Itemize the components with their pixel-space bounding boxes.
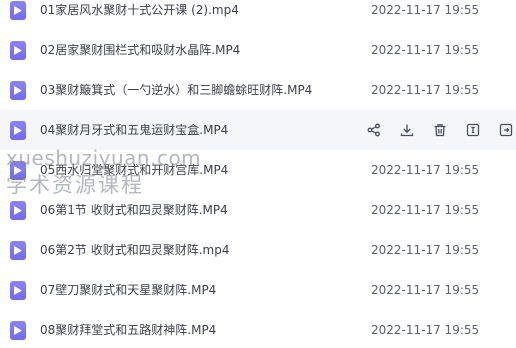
file-row[interactable]: 01家居风水聚财十式公开课 (2).mp4 2022-11-17 19:55 <box>0 0 516 30</box>
file-row[interactable]: 03聚财簸箕式（一勺逆水）和三脚蟾蜍旺财阵.MP4 2022-11-17 19:… <box>0 70 516 110</box>
file-row-hovered[interactable]: 04聚财月牙式和五鬼运财宝盒.MP4 <box>0 110 516 150</box>
video-file-icon <box>10 201 26 220</box>
file-row[interactable]: 02居家聚财围栏式和吸财水晶阵.MP4 2022-11-17 19:55 <box>0 30 516 70</box>
file-row[interactable]: 07壁刀聚财式和天星聚财阵.MP4 2022-11-17 19:55 <box>0 270 516 310</box>
file-modified-time: 2022-11-17 19:55 <box>371 203 480 217</box>
video-file-icon <box>10 241 26 260</box>
video-file-icon <box>10 1 26 20</box>
rename-icon[interactable] <box>463 120 483 140</box>
video-file-icon <box>10 41 26 60</box>
file-row[interactable]: 08聚财拜堂式和五路财神阵.MP4 2022-11-17 19:55 <box>0 310 516 348</box>
file-name[interactable]: 01家居风水聚财十式公开课 (2).mp4 <box>40 2 239 18</box>
file-list: 01家居风水聚财十式公开课 (2).mp4 2022-11-17 19:55 0… <box>0 0 516 348</box>
file-name[interactable]: 06第1节 收财式和四灵聚财阵.MP4 <box>40 202 228 218</box>
video-file-icon <box>10 281 26 300</box>
video-file-icon <box>10 121 26 140</box>
row-actions <box>364 120 516 140</box>
file-row[interactable]: 06第1节 收财式和四灵聚财阵.MP4 2022-11-17 19:55 <box>0 190 516 230</box>
file-modified-time: 2022-11-17 19:55 <box>371 3 480 17</box>
move-icon[interactable] <box>496 120 516 140</box>
share-icon[interactable] <box>364 120 384 140</box>
file-name[interactable]: 05西水归堂聚财式和开财宫库.MP4 <box>40 162 228 178</box>
file-modified-time: 2022-11-17 19:55 <box>371 323 480 337</box>
file-name[interactable]: 04聚财月牙式和五鬼运财宝盒.MP4 <box>40 122 228 138</box>
file-name[interactable]: 03聚财簸箕式（一勺逆水）和三脚蟾蜍旺财阵.MP4 <box>40 82 312 98</box>
file-row[interactable]: 06第2节 收财式和四灵聚财阵.mp4 2022-11-17 19:55 <box>0 230 516 270</box>
file-name[interactable]: 06第2节 收财式和四灵聚财阵.mp4 <box>40 242 229 258</box>
file-modified-time: 2022-11-17 19:55 <box>371 163 480 177</box>
file-modified-time: 2022-11-17 19:55 <box>371 43 480 57</box>
download-icon[interactable] <box>397 120 417 140</box>
file-row[interactable]: 05西水归堂聚财式和开财宫库.MP4 2022-11-17 19:55 <box>0 150 516 190</box>
delete-icon[interactable] <box>430 120 450 140</box>
video-file-icon <box>10 81 26 100</box>
file-name[interactable]: 02居家聚财围栏式和吸财水晶阵.MP4 <box>40 42 240 58</box>
video-file-icon <box>10 321 26 340</box>
file-name[interactable]: 08聚财拜堂式和五路财神阵.MP4 <box>40 322 216 338</box>
file-modified-time: 2022-11-17 19:55 <box>371 83 480 97</box>
file-modified-time: 2022-11-17 19:55 <box>371 283 480 297</box>
video-file-icon <box>10 161 26 180</box>
file-modified-time: 2022-11-17 19:55 <box>371 243 480 257</box>
file-name[interactable]: 07壁刀聚财式和天星聚财阵.MP4 <box>40 282 216 298</box>
